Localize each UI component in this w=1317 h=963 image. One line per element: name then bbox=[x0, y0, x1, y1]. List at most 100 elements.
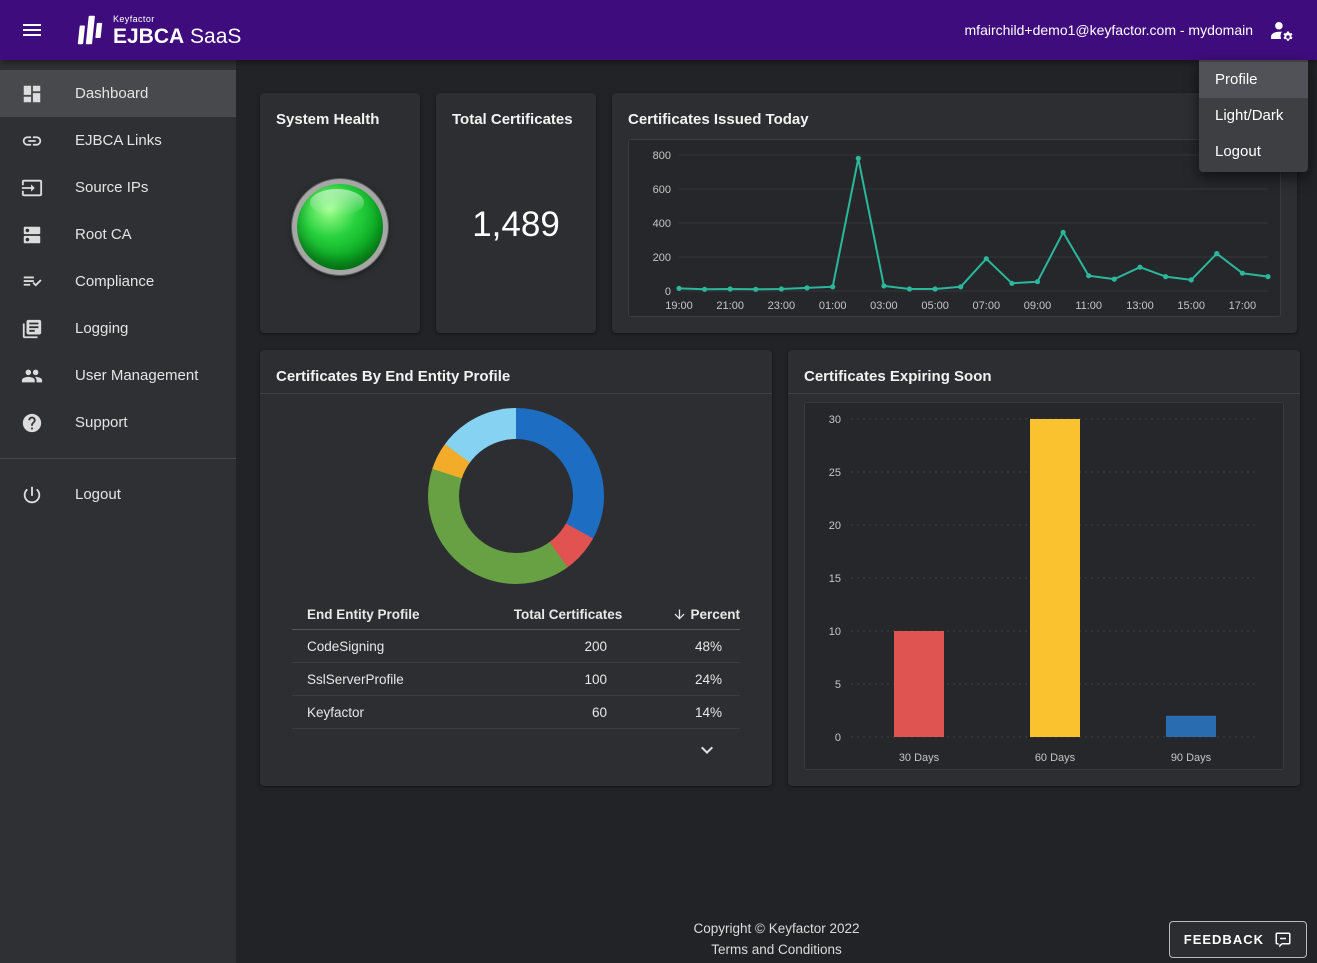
certificates-expiring-soon-card: Certificates Expiring Soon 0510152025303… bbox=[788, 350, 1300, 786]
table-expand-button[interactable] bbox=[693, 736, 721, 764]
sidebar-nav: Dashboard EJBCA Links Source IPs Root CA Com… bbox=[0, 70, 236, 446]
cell-percent: 48% bbox=[643, 639, 740, 654]
sidebar-item-label: Dashboard bbox=[75, 85, 148, 102]
bar-chart-svg: 05101520253030 Days60 Days90 Days bbox=[805, 403, 1283, 769]
svg-text:30: 30 bbox=[829, 414, 841, 426]
sidebar-item-root-ca[interactable]: Root CA bbox=[0, 211, 236, 258]
svg-text:05:00: 05:00 bbox=[921, 300, 949, 312]
brand-text: Keyfactor EJBCA SaaS bbox=[113, 14, 241, 49]
compliance-icon bbox=[21, 271, 43, 293]
end-entity-donut bbox=[428, 408, 604, 584]
total-certificates-title: Total Certificates bbox=[436, 93, 596, 128]
sort-descending-icon bbox=[672, 607, 687, 622]
cell-profile: Keyfactor bbox=[292, 705, 493, 720]
source-ips-icon bbox=[21, 177, 43, 199]
user-settings-button[interactable] bbox=[1269, 16, 1297, 44]
sidebar-item-source-ips[interactable]: Source IPs bbox=[0, 164, 236, 211]
cell-total: 200 bbox=[493, 639, 643, 654]
sidebar-item-ejbca-links[interactable]: EJBCA Links bbox=[0, 117, 236, 164]
system-health-card: System Health bbox=[260, 93, 420, 333]
sidebar-item-label: Support bbox=[75, 414, 128, 431]
sidebar: Dashboard EJBCA Links Source IPs Root CA Com… bbox=[0, 60, 236, 963]
svg-text:400: 400 bbox=[653, 218, 671, 230]
cell-total: 60 bbox=[493, 705, 643, 720]
system-health-title: System Health bbox=[260, 93, 420, 128]
issued-today-line-chart: 020040060080019:0021:0023:0001:0003:0005… bbox=[628, 139, 1281, 317]
manage-account-icon bbox=[1269, 18, 1294, 43]
card-divider bbox=[260, 393, 772, 394]
logging-icon bbox=[21, 318, 43, 340]
user-management-icon bbox=[21, 365, 43, 387]
feedback-label: FEEDBACK bbox=[1184, 932, 1264, 947]
feedback-chat-bubble-icon bbox=[1274, 931, 1292, 949]
svg-text:15: 15 bbox=[829, 573, 841, 585]
root-ca-icon bbox=[21, 224, 43, 246]
user-account-label: mfairchild+demo1@keyfactor.com - mydomai… bbox=[965, 22, 1253, 38]
end-entity-table: End Entity Profile Total Certificates Pe… bbox=[292, 600, 740, 729]
header-total-certificates[interactable]: Total Certificates bbox=[493, 607, 643, 622]
svg-text:30 Days: 30 Days bbox=[899, 752, 940, 764]
menu-icon bbox=[20, 18, 44, 42]
feedback-button[interactable]: FEEDBACK bbox=[1169, 921, 1307, 958]
keyfactor-logo-icon bbox=[74, 11, 106, 49]
card-divider bbox=[788, 393, 1300, 394]
svg-text:15:00: 15:00 bbox=[1177, 300, 1205, 312]
user-dropdown-menu: ProfileLight/DarkLogout bbox=[1199, 60, 1308, 172]
sidebar-item-logging[interactable]: Logging bbox=[0, 305, 236, 352]
svg-text:21:00: 21:00 bbox=[716, 300, 744, 312]
sidebar-logout-label: Logout bbox=[75, 486, 121, 503]
certificates-issued-today-title: Certificates Issued Today bbox=[612, 93, 1297, 128]
support-icon bbox=[21, 412, 43, 434]
svg-text:01:00: 01:00 bbox=[819, 300, 847, 312]
main-content: System Health Total Certificates 1,489 C… bbox=[236, 60, 1317, 963]
cell-profile: CodeSigning bbox=[292, 639, 493, 654]
cell-percent: 24% bbox=[643, 672, 740, 687]
expiring-soon-bar-chart: 05101520253030 Days60 Days90 Days bbox=[804, 402, 1284, 770]
terms-and-conditions-link[interactable]: Terms and Conditions bbox=[711, 942, 842, 957]
sidebar-item-support[interactable]: Support bbox=[0, 399, 236, 446]
certificates-by-end-entity-profile-card: Certificates By End Entity Profile End E… bbox=[260, 350, 772, 786]
table-row-keyfactor[interactable]: Keyfactor6014% bbox=[292, 696, 740, 729]
header-end-entity-profile[interactable]: End Entity Profile bbox=[292, 607, 493, 622]
svg-text:600: 600 bbox=[653, 184, 671, 196]
sidebar-item-label: EJBCA Links bbox=[75, 132, 162, 149]
hamburger-menu-button[interactable] bbox=[10, 8, 54, 52]
sidebar-item-label: Compliance bbox=[75, 273, 154, 290]
link-icon bbox=[21, 130, 43, 152]
menu-item-profile[interactable]: Profile bbox=[1199, 62, 1308, 98]
certificates-issued-today-card: Certificates Issued Today 0 200 400 600 800 1… bbox=[612, 93, 1297, 333]
svg-text:90 Days: 90 Days bbox=[1171, 752, 1212, 764]
header-right: mfairchild+demo1@keyfactor.com - mydomai… bbox=[965, 16, 1317, 44]
sidebar-item-label: User Management bbox=[75, 367, 198, 384]
svg-text:0: 0 bbox=[665, 286, 671, 298]
sidebar-item-compliance[interactable]: Compliance bbox=[0, 258, 236, 305]
sidebar-item-dashboard[interactable]: Dashboard bbox=[0, 70, 236, 117]
svg-text:25: 25 bbox=[829, 467, 841, 479]
table-row-sslserverprofile[interactable]: SslServerProfile10024% bbox=[292, 663, 740, 696]
total-certificates-card: Total Certificates 1,489 bbox=[436, 93, 596, 333]
svg-text:5: 5 bbox=[835, 679, 841, 691]
total-certificates-value: 1,489 bbox=[436, 205, 596, 245]
sidebar-item-user-management[interactable]: User Management bbox=[0, 352, 236, 399]
header-percent[interactable]: Percent bbox=[643, 607, 740, 622]
svg-text:17:00: 17:00 bbox=[1229, 300, 1257, 312]
power-icon bbox=[21, 484, 43, 506]
svg-text:800: 800 bbox=[653, 150, 671, 162]
table-row-codesigning[interactable]: CodeSigning20048% bbox=[292, 630, 740, 663]
svg-text:200: 200 bbox=[653, 252, 671, 264]
svg-text:03:00: 03:00 bbox=[870, 300, 898, 312]
line-chart-svg: 020040060080019:0021:0023:0001:0003:0005… bbox=[629, 140, 1280, 316]
svg-text:09:00: 09:00 bbox=[1024, 300, 1052, 312]
svg-text:11:00: 11:00 bbox=[1075, 300, 1102, 312]
sidebar-item-logout[interactable]: Logout bbox=[0, 471, 236, 518]
menu-item-logout[interactable]: Logout bbox=[1199, 134, 1308, 170]
menu-item-light-dark[interactable]: Light/Dark bbox=[1199, 98, 1308, 134]
page-footer: Copyright © Keyfactor 2022 Terms and Con… bbox=[236, 921, 1317, 959]
donut-hole bbox=[459, 439, 573, 553]
sidebar-item-label: Source IPs bbox=[75, 179, 148, 196]
system-health-status-indicator bbox=[292, 179, 388, 275]
by-profile-title: Certificates By End Entity Profile bbox=[260, 350, 772, 385]
cell-percent: 14% bbox=[643, 705, 740, 720]
end-entity-table-header: End Entity Profile Total Certificates Pe… bbox=[292, 600, 740, 630]
chevron-down-icon bbox=[695, 738, 719, 762]
